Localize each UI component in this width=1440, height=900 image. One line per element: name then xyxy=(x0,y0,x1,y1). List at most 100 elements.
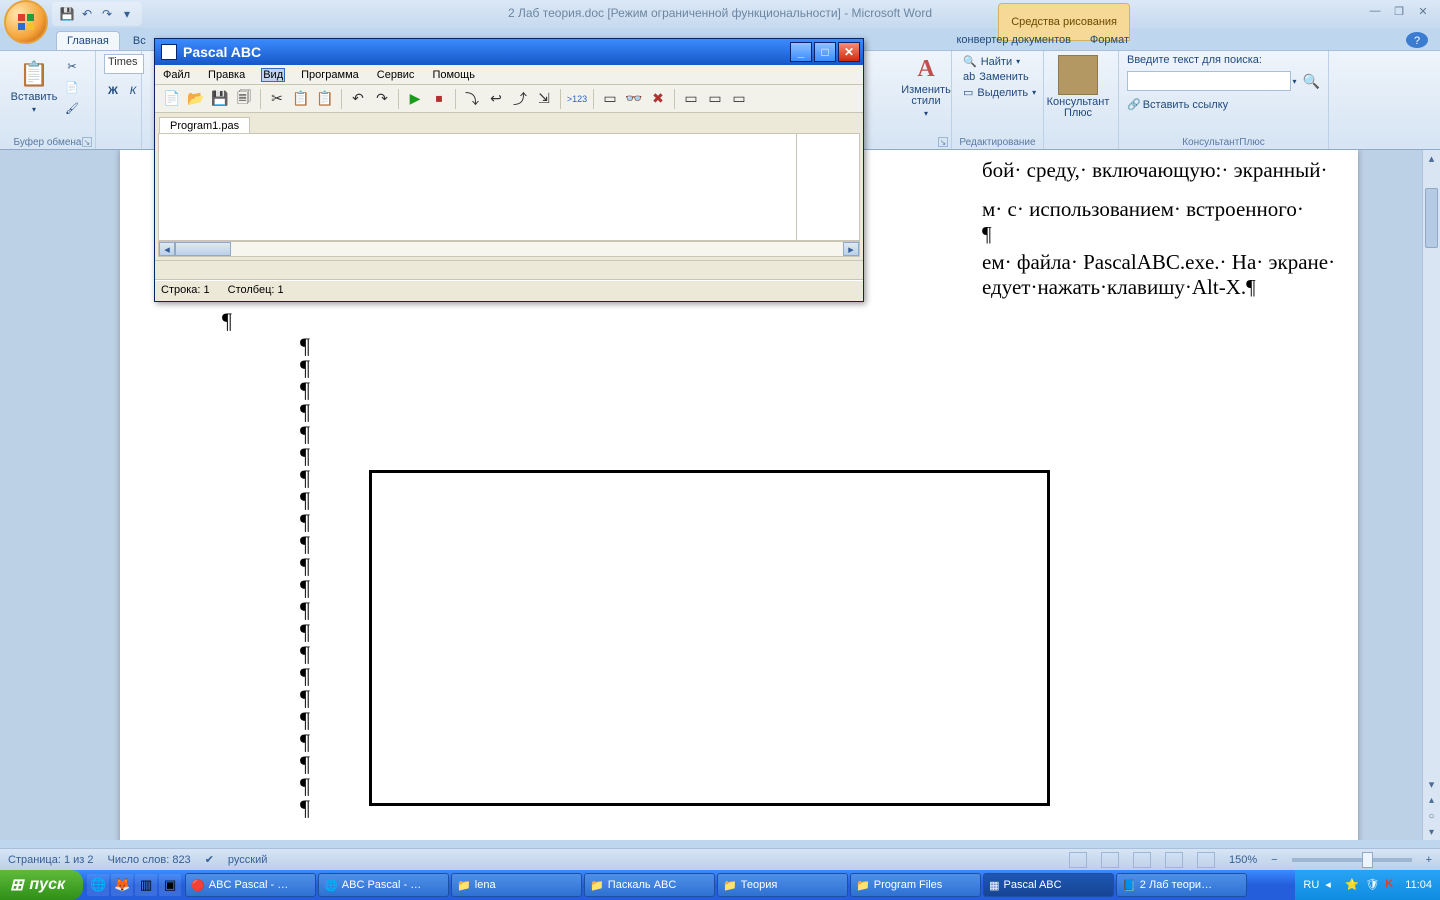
tool-win3-icon[interactable]: ▭ xyxy=(728,88,750,110)
change-styles-button[interactable]: A Изменить стили ▾ xyxy=(900,54,952,120)
pascal-titlebar[interactable]: Pascal ABC _ □ ✕ xyxy=(155,39,863,65)
replace-button[interactable]: abЗаменить xyxy=(960,70,1035,84)
tool-runcursor-icon[interactable]: ⇲ xyxy=(533,88,555,110)
pascal-editor[interactable] xyxy=(158,133,860,241)
tab-format[interactable]: Формат xyxy=(1079,30,1140,49)
status-language[interactable]: русский xyxy=(228,854,267,866)
menu-file[interactable]: Файл xyxy=(161,68,192,82)
start-button[interactable]: ⊞ пуск xyxy=(0,870,83,900)
select-button[interactable]: ▭Выделить▾ xyxy=(960,85,1035,100)
task-button-3[interactable]: 📁Паскаль ABC xyxy=(584,873,715,897)
task-button-0[interactable]: 🔴ABC Pascal - … xyxy=(185,873,316,897)
copy-button[interactable]: 📄 xyxy=(62,77,82,97)
browse-next-icon[interactable]: ▾ xyxy=(1423,824,1440,840)
qat-undo-icon[interactable]: ↶ xyxy=(78,5,96,23)
tray-lang[interactable]: RU xyxy=(1303,879,1319,891)
status-page[interactable]: Страница: 1 из 2 xyxy=(8,854,94,866)
qat-save-icon[interactable]: 💾 xyxy=(58,5,76,23)
word-close-button[interactable]: ✕ xyxy=(1412,2,1434,20)
zoom-slider[interactable] xyxy=(1292,858,1412,862)
scroll-thumb[interactable] xyxy=(1425,188,1438,248)
styles-dialog-launcher[interactable]: ↘ xyxy=(938,137,948,147)
consultant-button[interactable]: Консультант Плюс xyxy=(1052,54,1104,120)
menu-edit[interactable]: Правка xyxy=(206,68,247,82)
tab-home[interactable]: Главная xyxy=(56,31,120,50)
task-button-2[interactable]: 📁lena xyxy=(451,873,582,897)
view-outline-button[interactable] xyxy=(1165,852,1183,868)
tray-shield-icon[interactable]: 🛡 xyxy=(1365,878,1379,892)
task-button-4[interactable]: 📁Теория xyxy=(717,873,848,897)
tool-undo-icon[interactable]: ↶ xyxy=(347,88,369,110)
ql-firefox-icon[interactable]: 🦊 xyxy=(111,874,133,896)
ql-app-icon[interactable]: ▣ xyxy=(159,874,181,896)
view-web-button[interactable] xyxy=(1133,852,1151,868)
qat-more-icon[interactable]: ▾ xyxy=(118,5,136,23)
tool-open-icon[interactable]: 📂 xyxy=(185,88,207,110)
tool-copy-icon[interactable]: 📋 xyxy=(290,88,312,110)
scroll-up-icon[interactable]: ▴ xyxy=(1423,150,1440,166)
paste-button[interactable]: 📋Вставить▾ xyxy=(8,54,60,120)
ql-ie-icon[interactable]: 🌐 xyxy=(87,874,109,896)
tool-stepinto-icon[interactable]: ⤵ xyxy=(461,88,483,110)
insert-link-button[interactable]: Вставить ссылку xyxy=(1143,99,1228,111)
hscroll-right-icon[interactable]: ▸ xyxy=(843,242,859,256)
menu-service[interactable]: Сервис xyxy=(375,68,417,82)
vertical-scrollbar[interactable]: ▴ ▾ ▴ ○ ▾ xyxy=(1422,150,1440,840)
scroll-down-icon[interactable]: ▾ xyxy=(1423,776,1440,792)
tool-delete-icon[interactable]: ✖ xyxy=(647,88,669,110)
hscroll-thumb[interactable] xyxy=(175,242,231,256)
drawing-rectangle[interactable] xyxy=(369,470,1050,806)
tray-k-icon[interactable]: K xyxy=(1385,878,1399,892)
cut-button[interactable]: ✂ xyxy=(62,56,82,76)
task-button-1[interactable]: 🌐ABC Pascal - … xyxy=(318,873,449,897)
tool-saveall-icon[interactable]: 🗐 xyxy=(233,88,255,110)
view-print-layout-button[interactable] xyxy=(1069,852,1087,868)
task-button-7[interactable]: 📘2 Лаб теори… xyxy=(1116,873,1247,897)
hscroll-left-icon[interactable]: ◂ xyxy=(159,242,175,256)
pascal-minimize-button[interactable]: _ xyxy=(790,42,812,62)
tool-watch-icon[interactable]: >123 xyxy=(566,88,588,110)
find-button[interactable]: 🔍Найти▾ xyxy=(960,54,1035,69)
tool-save-icon[interactable]: 💾 xyxy=(209,88,231,110)
tool-stop-icon[interactable]: ⏹ xyxy=(428,88,450,110)
ql-desktop-icon[interactable]: ▥ xyxy=(135,874,157,896)
tool-stepout-icon[interactable]: ⤴ xyxy=(509,88,531,110)
format-painter-button[interactable]: 🖌 xyxy=(62,98,82,118)
zoom-in-button[interactable]: + xyxy=(1426,854,1432,866)
tool-win2-icon[interactable]: ▭ xyxy=(704,88,726,110)
font-family-input[interactable]: Times xyxy=(104,54,144,74)
menu-help[interactable]: Помощь xyxy=(430,68,477,82)
task-button-5[interactable]: 📁Program Files xyxy=(850,873,981,897)
consultant-search-input[interactable] xyxy=(1127,71,1291,91)
menu-program[interactable]: Программа xyxy=(299,68,361,82)
status-words[interactable]: Число слов: 823 xyxy=(108,854,191,866)
tool-glasses-icon[interactable]: 👓 xyxy=(623,88,645,110)
tool-win1-icon[interactable]: ▭ xyxy=(680,88,702,110)
browse-object-icon[interactable]: ○ xyxy=(1423,808,1440,824)
tool-paste-icon[interactable]: 📋 xyxy=(314,88,336,110)
search-dropdown-icon[interactable]: ▾ xyxy=(1293,77,1297,86)
help-button[interactable]: ? xyxy=(1406,32,1428,48)
word-minimize-button[interactable]: — xyxy=(1364,2,1386,20)
browse-prev-icon[interactable]: ▴ xyxy=(1423,792,1440,808)
tool-cut-icon[interactable]: ✂ xyxy=(266,88,288,110)
tray-star-icon[interactable]: ⭐ xyxy=(1345,878,1359,892)
tab-convert[interactable]: конвертер документов xyxy=(945,30,1082,49)
tool-stepover-icon[interactable]: ↩ xyxy=(485,88,507,110)
bold-button[interactable]: Ж xyxy=(104,81,122,101)
search-go-icon[interactable]: 🔍 xyxy=(1303,73,1320,90)
editor-tab-program1[interactable]: Program1.pas xyxy=(159,117,250,134)
italic-button[interactable]: К xyxy=(124,81,142,101)
view-fullscreen-button[interactable] xyxy=(1101,852,1119,868)
word-restore-button[interactable]: ❐ xyxy=(1388,2,1410,20)
status-proof-icon[interactable]: ✔ xyxy=(205,853,214,866)
tool-redo-icon[interactable]: ↷ xyxy=(371,88,393,110)
menu-view[interactable]: Вид xyxy=(261,68,285,82)
view-draft-button[interactable] xyxy=(1197,852,1215,868)
pascal-close-button[interactable]: ✕ xyxy=(838,42,860,62)
tray-clock[interactable]: 11:04 xyxy=(1405,879,1432,891)
task-button-6[interactable]: ▦Pascal ABC xyxy=(983,873,1114,897)
tool-window-icon[interactable]: ▭ xyxy=(599,88,621,110)
tool-run-icon[interactable]: ▶ xyxy=(404,88,426,110)
pascal-hscrollbar[interactable]: ◂ ▸ xyxy=(158,241,860,257)
